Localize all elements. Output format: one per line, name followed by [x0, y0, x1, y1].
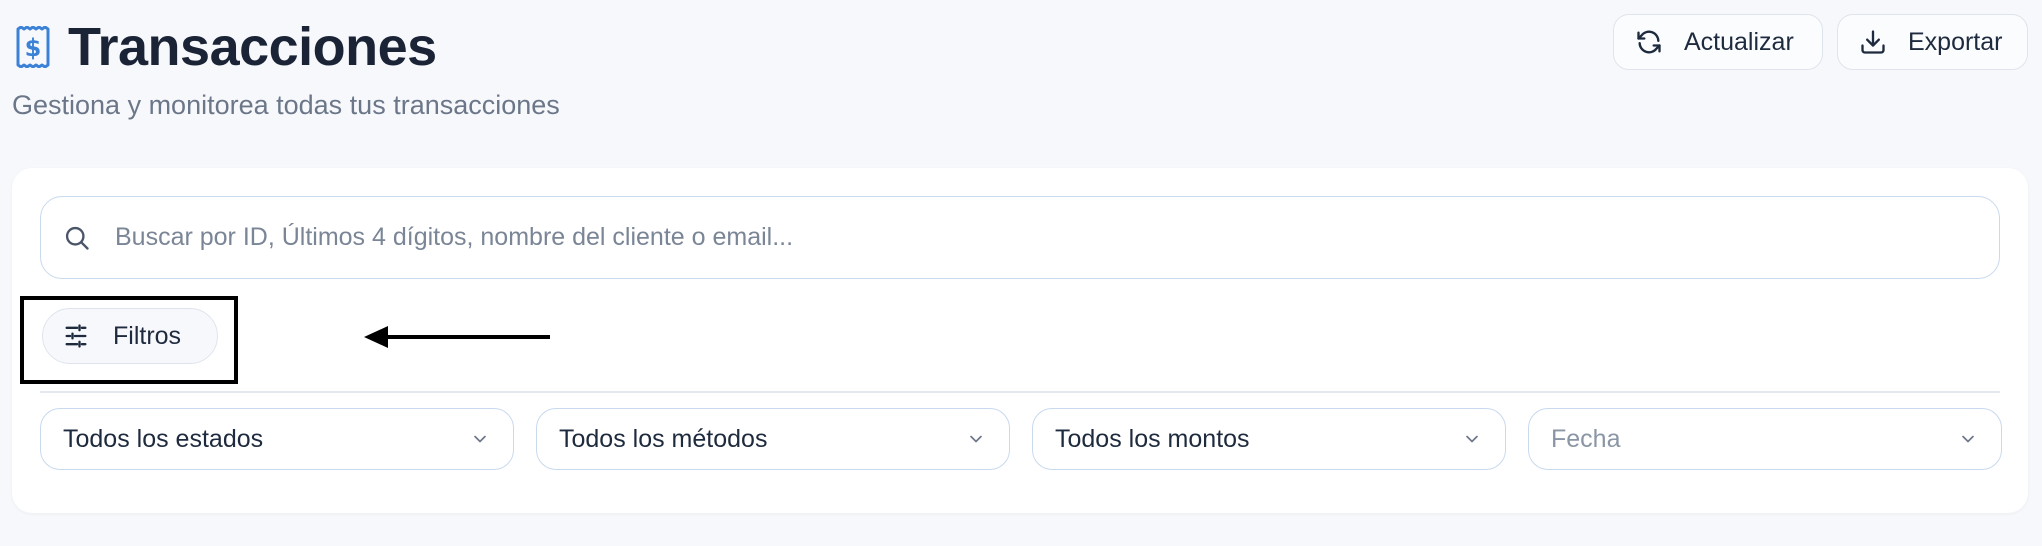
status-select[interactable]: Todos los estados: [40, 408, 514, 470]
method-select[interactable]: Todos los métodos: [536, 408, 1010, 470]
filters-button[interactable]: Filtros: [42, 308, 218, 364]
page-header: $ Transacciones: [14, 16, 437, 78]
chevron-down-icon: [1461, 428, 1483, 450]
receipt-dollar-icon: $: [14, 26, 52, 68]
svg-text:$: $: [25, 34, 42, 62]
export-button[interactable]: Exportar: [1837, 14, 2028, 70]
chevron-down-icon: [469, 428, 491, 450]
amount-select[interactable]: Todos los montos: [1032, 408, 1506, 470]
refresh-label: Actualizar: [1684, 27, 1794, 56]
page-title: Transacciones: [68, 17, 437, 77]
search-field[interactable]: [40, 196, 2000, 279]
sliders-icon: [61, 321, 91, 351]
download-icon: [1858, 27, 1888, 57]
annotation-arrow-icon: [364, 326, 550, 348]
filters-card: Filtros Todos los estados Todos los méto…: [12, 168, 2028, 513]
chevron-down-icon: [1957, 428, 1979, 450]
refresh-icon: [1634, 27, 1664, 57]
transactions-page: $ Transacciones Gestiona y monitorea tod…: [0, 0, 2042, 546]
filters-label: Filtros: [113, 321, 182, 350]
page-subtitle: Gestiona y monitorea todas tus transacci…: [12, 90, 560, 120]
refresh-button[interactable]: Actualizar: [1613, 14, 1823, 70]
amount-select-value: Todos los montos: [1055, 424, 1250, 453]
status-select-value: Todos los estados: [63, 424, 264, 453]
export-label: Exportar: [1908, 27, 2003, 56]
filter-selects: Todos los estados Todos los métodos Todo…: [40, 408, 2002, 470]
method-select-value: Todos los métodos: [559, 424, 768, 453]
search-icon: [61, 222, 93, 254]
date-select-value: Fecha: [1551, 424, 1621, 453]
date-select[interactable]: Fecha: [1528, 408, 2002, 470]
search-input[interactable]: [115, 223, 1975, 252]
chevron-down-icon: [965, 428, 987, 450]
header-actions: Actualizar Exportar: [1613, 14, 2028, 70]
divider: [40, 391, 2000, 393]
